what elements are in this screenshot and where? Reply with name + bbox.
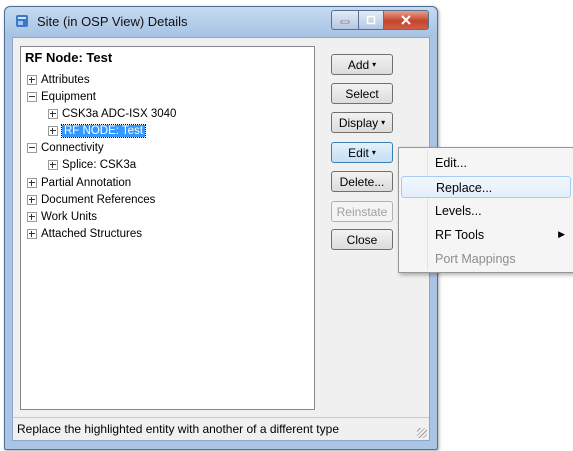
entity-tree[interactable]: RF Node: Test Attributes Equipment CSK3a… — [20, 46, 315, 410]
edit-label: Edit — [348, 145, 369, 160]
menu-item-edit[interactable]: Edit... — [401, 152, 571, 174]
expand-icon[interactable] — [48, 160, 58, 170]
tree-node-attached-structures[interactable]: Attached Structures — [27, 226, 142, 242]
add-label: Add — [347, 57, 370, 72]
select-button[interactable]: Select — [331, 83, 393, 104]
tree-node-work-units[interactable]: Work Units — [27, 209, 97, 225]
delete-label: Delete... — [339, 174, 385, 189]
reinstate-label: Reinstate — [336, 204, 388, 219]
dialog-body: RF Node: Test Attributes Equipment CSK3a… — [12, 37, 430, 441]
close-window-button[interactable] — [384, 10, 429, 30]
app-icon — [16, 15, 28, 27]
tree-root-label: RF Node: Test — [25, 50, 113, 65]
tree-node-attributes[interactable]: Attributes — [27, 72, 90, 88]
edit-button[interactable]: Edit ▾ — [331, 142, 393, 163]
expand-icon[interactable] — [27, 178, 37, 188]
tree-node-rf-node[interactable]: RF NODE: Test — [48, 123, 147, 139]
add-button[interactable]: Add ▾ — [331, 54, 393, 75]
tree-node-partial-annotation[interactable]: Partial Annotation — [27, 175, 131, 191]
expand-icon[interactable] — [48, 126, 58, 136]
expand-icon[interactable] — [27, 212, 37, 222]
edit-context-menu: Edit... Replace... Levels... RF Tools ▶ … — [398, 147, 573, 273]
minimize-icon — [340, 20, 350, 24]
delete-button[interactable]: Delete... — [331, 171, 393, 192]
status-text: Replace the highlighted entity with anot… — [17, 422, 339, 436]
tree-node-connectivity[interactable]: Connectivity — [27, 140, 104, 156]
expand-icon[interactable] — [27, 75, 37, 85]
resize-grip-icon[interactable] — [417, 428, 427, 438]
select-label: Select — [345, 86, 379, 101]
expand-icon[interactable] — [27, 195, 37, 205]
maximize-icon — [366, 15, 376, 25]
dropdown-arrow-icon: ▾ — [381, 118, 386, 127]
collapse-icon[interactable] — [27, 92, 37, 102]
details-window: Site (in OSP View) Details RF Node: Test… — [4, 6, 438, 450]
menu-item-replace[interactable]: Replace... — [401, 176, 571, 198]
expand-icon[interactable] — [27, 229, 37, 239]
tree-node-splice[interactable]: Splice: CSK3a — [48, 157, 136, 173]
close-label: Close — [346, 232, 378, 247]
submenu-arrow-icon: ▶ — [558, 229, 565, 239]
menu-item-levels[interactable]: Levels... — [401, 200, 571, 222]
title-bar[interactable]: Site (in OSP View) Details — [5, 7, 437, 37]
tree-node-document-references[interactable]: Document References — [27, 192, 155, 208]
expand-icon[interactable] — [48, 109, 58, 119]
minimize-button[interactable] — [331, 10, 359, 30]
display-label: Display — [338, 115, 379, 130]
collapse-icon[interactable] — [27, 143, 37, 153]
maximize-button[interactable] — [359, 10, 384, 30]
dropdown-arrow-icon: ▾ — [371, 148, 376, 157]
menu-item-port-mappings: Port Mappings — [435, 252, 516, 266]
status-bar: Replace the highlighted entity with anot… — [13, 417, 429, 440]
close-icon — [401, 15, 411, 25]
tree-node-equipment[interactable]: Equipment — [27, 89, 96, 105]
tree-node-csk3a[interactable]: CSK3a ADC-ISX 3040 — [48, 106, 176, 122]
window-title: Site (in OSP View) Details — [37, 14, 188, 29]
display-button[interactable]: Display ▾ — [331, 112, 393, 133]
menu-item-rf-tools[interactable]: RF Tools ▶ — [401, 224, 571, 246]
reinstate-button: Reinstate — [331, 201, 393, 222]
close-button[interactable]: Close — [331, 229, 393, 250]
dropdown-arrow-icon: ▾ — [372, 60, 377, 69]
